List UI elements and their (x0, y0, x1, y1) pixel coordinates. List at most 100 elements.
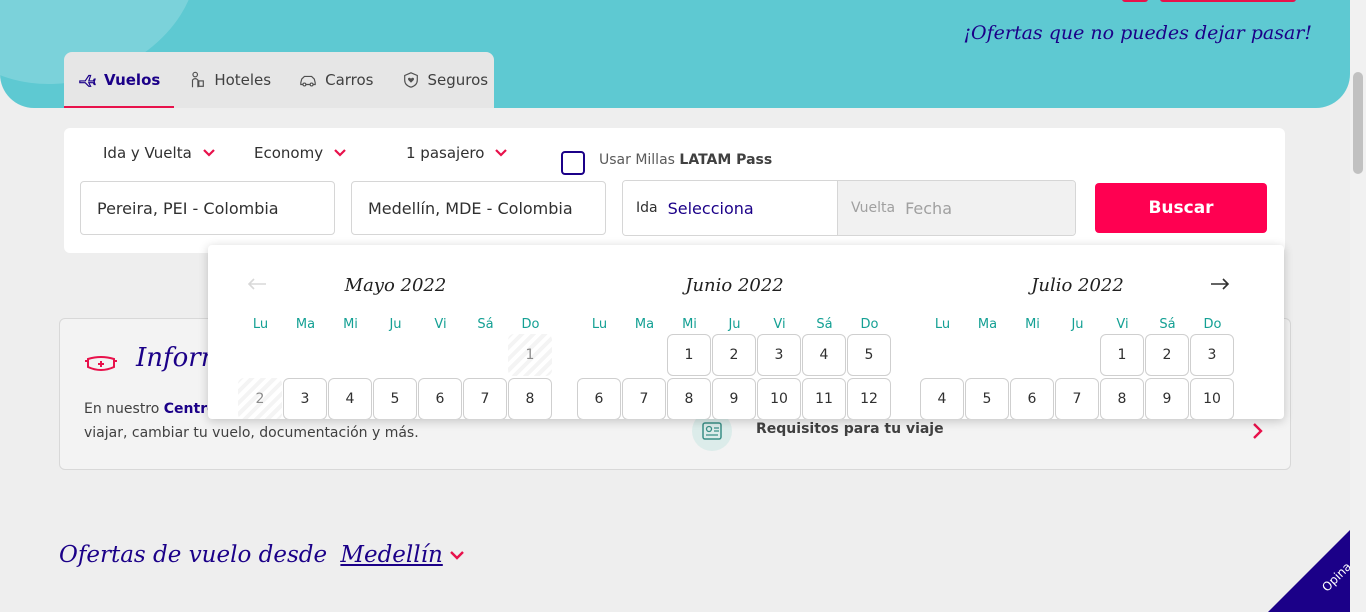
calendar-day[interactable]: 4 (920, 378, 964, 419)
origin-value: Pereira, PEI - Colombia (97, 198, 279, 218)
search-button[interactable]: Buscar (1095, 183, 1267, 233)
calendar-day[interactable]: 10 (757, 378, 801, 419)
chevron-down-icon[interactable] (449, 549, 465, 561)
calendar-month-title: Junio 2022 (685, 275, 784, 296)
trip-type-value: Ida y Vuelta (103, 144, 192, 162)
calendar-day: 2 (238, 378, 282, 419)
feedback-tab[interactable]: Opina (1268, 530, 1350, 612)
calendar-month-title: Julio 2022 (1031, 275, 1124, 296)
person-luggage-icon (192, 71, 205, 88)
chevron-down-icon (495, 149, 508, 157)
calendar-month-title: Mayo 2022 (344, 275, 447, 296)
calendar-day[interactable]: 8 (508, 378, 552, 419)
calendar-month: Julio 2022 Lu Ma Mi Ju Vi Sá Do 1 2 3 4 5 6 7 8 9 10 (920, 275, 1260, 419)
calendar-day[interactable]: 11 (802, 378, 846, 419)
trip-type-select[interactable]: Ida y Vuelta (103, 144, 216, 162)
calendar-day[interactable]: 2 (1145, 334, 1189, 376)
calendar-weekday: Vi (1116, 317, 1129, 332)
calendar-weekday: Do (1203, 317, 1222, 332)
calendar-day[interactable]: 3 (757, 334, 801, 376)
chevron-down-icon (203, 149, 215, 157)
destination-value: Medellín, MDE - Colombia (368, 198, 573, 218)
passengers-select[interactable]: 1 pasajero (406, 144, 508, 162)
page-scrollbar[interactable] (1350, 0, 1366, 612)
plane-icon (79, 74, 96, 87)
calendar-day[interactable]: 5 (965, 378, 1009, 419)
tab-label: Seguros (427, 71, 489, 89)
calendar-weekday: Vi (773, 317, 786, 332)
calendar-day[interactable]: 6 (577, 378, 621, 419)
offers-tagline: ¡Ofertas que no puedes dejar pasar! (963, 22, 1312, 44)
calendar-day[interactable]: 4 (328, 378, 372, 419)
calendar-day[interactable]: 1 (1100, 334, 1144, 376)
calendar-weekday-row: Lu Ma Mi Ju Vi Sá Do (920, 317, 1260, 332)
passengers-value: 1 pasajero (406, 144, 485, 162)
calendar-day[interactable]: 6 (1010, 378, 1054, 419)
mask-icon (85, 356, 117, 371)
calendar-day[interactable]: 2 (712, 334, 756, 376)
calendar-weekday: Ma (634, 317, 655, 332)
calendar-day[interactable]: 5 (373, 378, 417, 419)
calendar-weekday: Ma (977, 317, 998, 332)
calendar-day[interactable]: 9 (1145, 378, 1189, 419)
calendar-month: Junio 2022 Lu Ma Mi Ju Vi Sá Do 1 2 3 4 5 6 7 8 9 10 11 12 (577, 275, 917, 419)
destination-field[interactable]: Medellín, MDE - Colombia (351, 181, 606, 235)
calendar-day[interactable]: 5 (847, 334, 891, 376)
calendar-day[interactable]: 6 (418, 378, 462, 419)
calendar-day[interactable]: 7 (1055, 378, 1099, 419)
calendar-day[interactable]: 1 (667, 334, 711, 376)
return-value: Fecha (905, 198, 952, 218)
use-miles-checkbox[interactable] (561, 151, 585, 175)
calendar-day[interactable]: 8 (667, 378, 711, 419)
calendar-day[interactable]: 10 (1190, 378, 1234, 419)
promo-tag-small[interactable] (1122, 0, 1148, 2)
chevron-right-icon[interactable] (1252, 422, 1264, 440)
promo-tag-button[interactable] (1160, 0, 1296, 2)
tab-vuelos[interactable]: Vuelos (64, 52, 175, 108)
calendar-day[interactable]: 12 (847, 378, 891, 419)
tab-carros[interactable]: Carros (285, 52, 387, 108)
tab-label: Carros (325, 71, 374, 89)
calendar-weekday: Lu (934, 317, 951, 332)
calendar-day[interactable]: 7 (463, 378, 507, 419)
calendar-weekday: Do (860, 317, 879, 332)
cabin-value: Economy (254, 144, 324, 162)
calendar-weekday: Ju (1071, 317, 1084, 332)
scrollbar-thumb[interactable] (1353, 72, 1363, 174)
departure-value: Selecciona (667, 198, 754, 218)
calendar-weekday: Do (521, 317, 540, 332)
requirements-link[interactable]: Requisitos para tu viaje (756, 421, 944, 437)
departure-label: Ida (636, 200, 658, 216)
tab-label: Vuelos (104, 71, 161, 89)
cabin-select[interactable]: Economy (254, 144, 347, 162)
calendar-weekday: Mi (343, 317, 358, 332)
calendar-day[interactable]: 7 (622, 378, 666, 419)
calendar-day: 1 (508, 334, 552, 376)
calendar-weekday: Sá (1159, 317, 1176, 332)
car-icon (300, 75, 316, 87)
calendar-weekday: Sá (477, 317, 494, 332)
calendar-weekday: Ma (295, 317, 316, 332)
calendar-day[interactable]: 3 (283, 378, 327, 419)
info-text-prefix: En nuestro (84, 401, 164, 417)
flight-search-panel: Ida y Vuelta Economy 1 pasajero Usar Mil… (64, 128, 1285, 253)
date-picker-calendar: Mayo 2022 Lu Ma Mi Ju Vi Sá Do 1 2 3 4 5 6 7 8 Junio 202… (208, 245, 1284, 419)
return-date-field[interactable]: Vuelta Fecha (838, 181, 1075, 235)
miles-brand: LATAM Pass (679, 152, 773, 168)
offers-prefix: Ofertas de vuelo desde (59, 542, 335, 568)
origin-field[interactable]: Pereira, PEI - Colombia (80, 181, 335, 235)
offers-city-link[interactable]: Medellín (340, 542, 442, 568)
calendar-day[interactable]: 3 (1190, 334, 1234, 376)
calendar-weekday-row: Lu Ma Mi Ju Vi Sá Do (577, 317, 917, 332)
departure-date-field[interactable]: Ida Selecciona (623, 181, 838, 235)
calendar-day[interactable]: 4 (802, 334, 846, 376)
calendar-day[interactable]: 8 (1100, 378, 1144, 419)
tab-seguros[interactable]: Seguros (388, 52, 503, 108)
calendar-day[interactable]: 9 (712, 378, 756, 419)
calendar-weekday: Ju (389, 317, 402, 332)
calendar-weekday: Sá (816, 317, 833, 332)
calendar-month: Mayo 2022 Lu Ma Mi Ju Vi Sá Do 1 2 3 4 5 6 7 8 (238, 275, 578, 419)
calendar-weekday: Vi (434, 317, 447, 332)
offers-heading: Ofertas de vuelo desde Medellín (59, 542, 465, 568)
tab-hoteles[interactable]: Hoteles (174, 52, 285, 108)
